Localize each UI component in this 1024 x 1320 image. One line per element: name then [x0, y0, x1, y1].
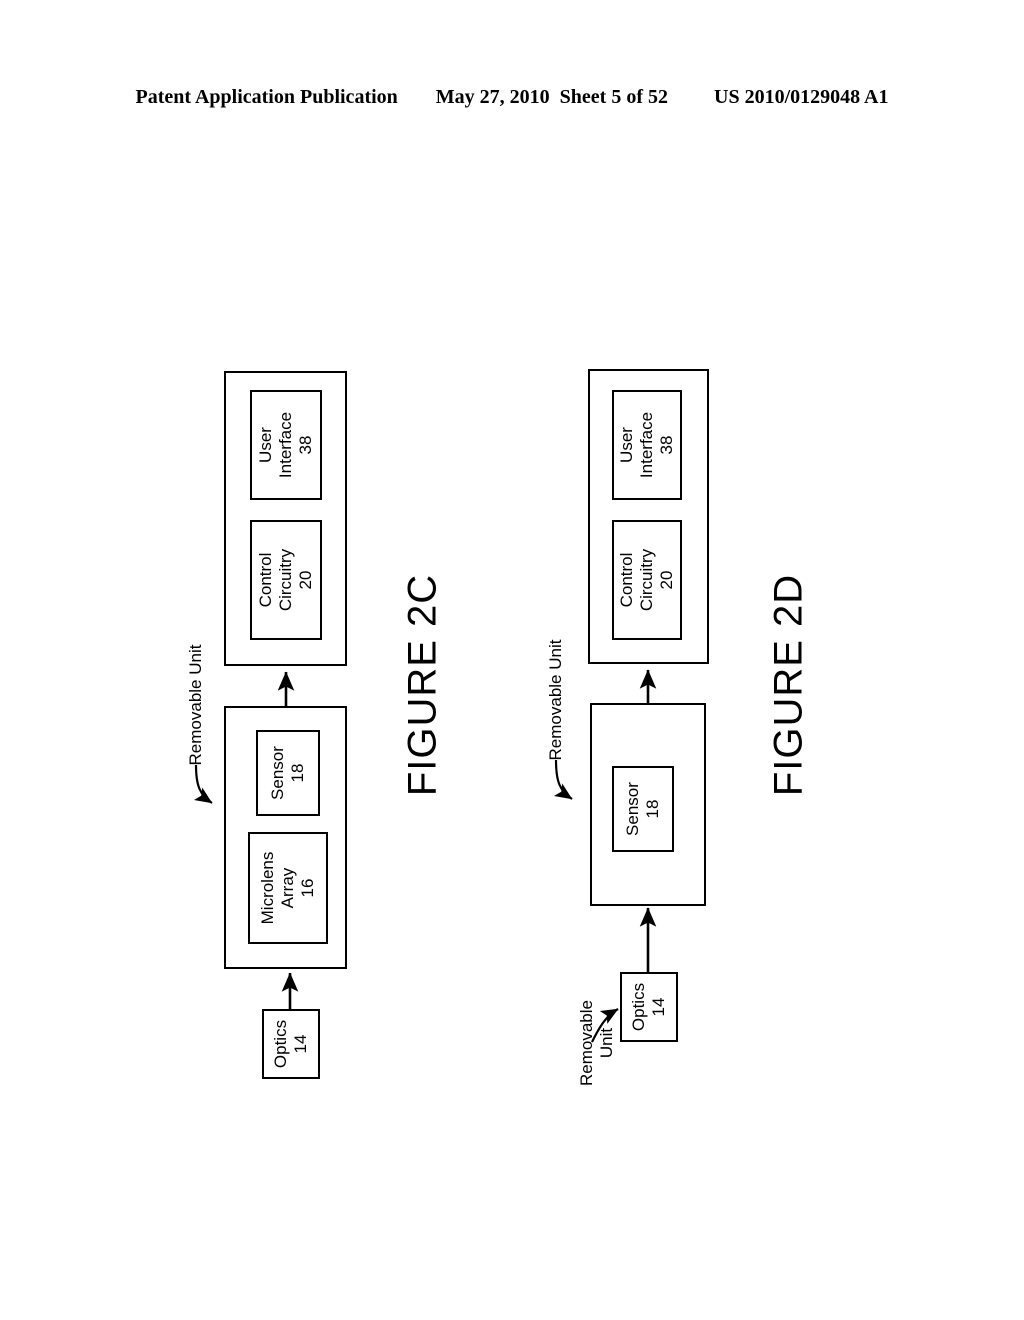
- figure-2c-optics-label: Optics 14: [271, 1020, 311, 1068]
- header-publication: Patent Application Publication: [135, 86, 398, 108]
- ui-line-1: User: [255, 427, 275, 463]
- figure-2c-user-interface-label: User Interface 38: [256, 412, 316, 478]
- ui-ref-number: 38: [296, 435, 316, 455]
- figure-2d-caption-text: FIGURE 2D: [766, 573, 811, 797]
- cc-line-1: Control: [616, 552, 636, 608]
- figure-2d-optics-label: Optics 14: [629, 983, 669, 1031]
- figure-2d-control-circuitry-label: Control Circuitry 20: [617, 549, 677, 611]
- figure-2d-control-circuitry-box: Control Circuitry 20: [612, 520, 682, 640]
- ui-ref-number: 38: [657, 435, 677, 455]
- figure-2d-sensor-label: Sensor 18: [623, 782, 663, 836]
- figure-2d-optics-box: Optics 14: [620, 972, 678, 1042]
- header-date: May 27, 2010: [435, 86, 550, 108]
- figure-2c-control-circuitry-label: Control Circuitry 20: [256, 549, 316, 611]
- sensor-line-1: Sensor: [267, 746, 287, 800]
- figure-2d-user-interface-box: User Interface 38: [612, 390, 682, 500]
- sensor-ref-number: 18: [288, 763, 307, 783]
- cc-line-2: Circuitry: [636, 548, 656, 612]
- sensor-ref-number: 18: [643, 799, 662, 819]
- figure-2c-removable-unit-annotation: Removable Unit: [186, 645, 206, 766]
- header-patent-number: US 2010/0129048 A1: [714, 86, 889, 108]
- ui-line-1: User: [616, 427, 636, 463]
- figure-2c-optics-box: Optics 14: [262, 1009, 320, 1079]
- figure-2c-caption-text: FIGURE 2C: [400, 573, 445, 797]
- patent-page: Patent Application Publication May 27, 20…: [0, 0, 1024, 1320]
- optics-line-1: Optics: [628, 982, 648, 1032]
- figure-2c-sensor-box: Sensor 18: [256, 730, 320, 816]
- cc-line-1: Control: [255, 552, 275, 608]
- microlens-ref-number: 16: [298, 878, 318, 898]
- figure-2d-user-interface-label: User Interface 38: [617, 412, 677, 478]
- figure-2c-microlens-array-label: Microlens Array 16: [258, 852, 318, 925]
- cc-ref-number: 20: [296, 570, 316, 590]
- cc-line-2: Circuitry: [275, 548, 295, 612]
- arrows-layer: [193, 669, 657, 1043]
- figure-2d-removable-unit-annotation-top: Removable Unit: [546, 640, 566, 761]
- microlens-line-2: Array: [277, 867, 297, 909]
- figure-2d-removable-line-1: Removable: [576, 1000, 596, 1086]
- sensor-line-1: Sensor: [622, 782, 642, 836]
- microlens-line-1: Microlens: [257, 851, 277, 925]
- optics-line-1: Optics: [270, 1019, 290, 1069]
- header-sheet: Sheet 5 of 52: [559, 86, 668, 108]
- ui-line-2: Interface: [636, 411, 656, 479]
- figure-2c-caption: FIGURE 2C: [401, 574, 446, 796]
- figure-2d-sensor-box: Sensor 18: [612, 766, 674, 852]
- patent-header: Patent Application Publication May 27, 20…: [0, 86, 1024, 109]
- figure-2c-sensor-label: Sensor 18: [268, 746, 308, 800]
- figure-2c-user-interface-box: User Interface 38: [250, 390, 322, 500]
- optics-ref-number: 14: [649, 997, 668, 1017]
- figure-2d-removable-unit-text: Removable Unit: [545, 639, 565, 761]
- figure-2c-microlens-array-box: Microlens Array 16: [248, 832, 328, 944]
- figure-2d-caption: FIGURE 2D: [767, 574, 812, 796]
- leader-2d-removable-unit-top: [553, 759, 573, 800]
- ui-line-2: Interface: [275, 411, 295, 479]
- optics-ref-number: 14: [291, 1034, 310, 1054]
- leader-2c-removable-unit: [193, 764, 213, 804]
- figure-2c-removable-unit-text: Removable Unit: [185, 644, 205, 766]
- figure-2d-removable-line-2: Unit: [597, 1027, 616, 1059]
- cc-ref-number: 20: [657, 570, 677, 590]
- figure-2d-removable-unit-annotation-optics: Removable Unit: [577, 1000, 617, 1086]
- figure-2c-control-circuitry-box: Control Circuitry 20: [250, 520, 322, 640]
